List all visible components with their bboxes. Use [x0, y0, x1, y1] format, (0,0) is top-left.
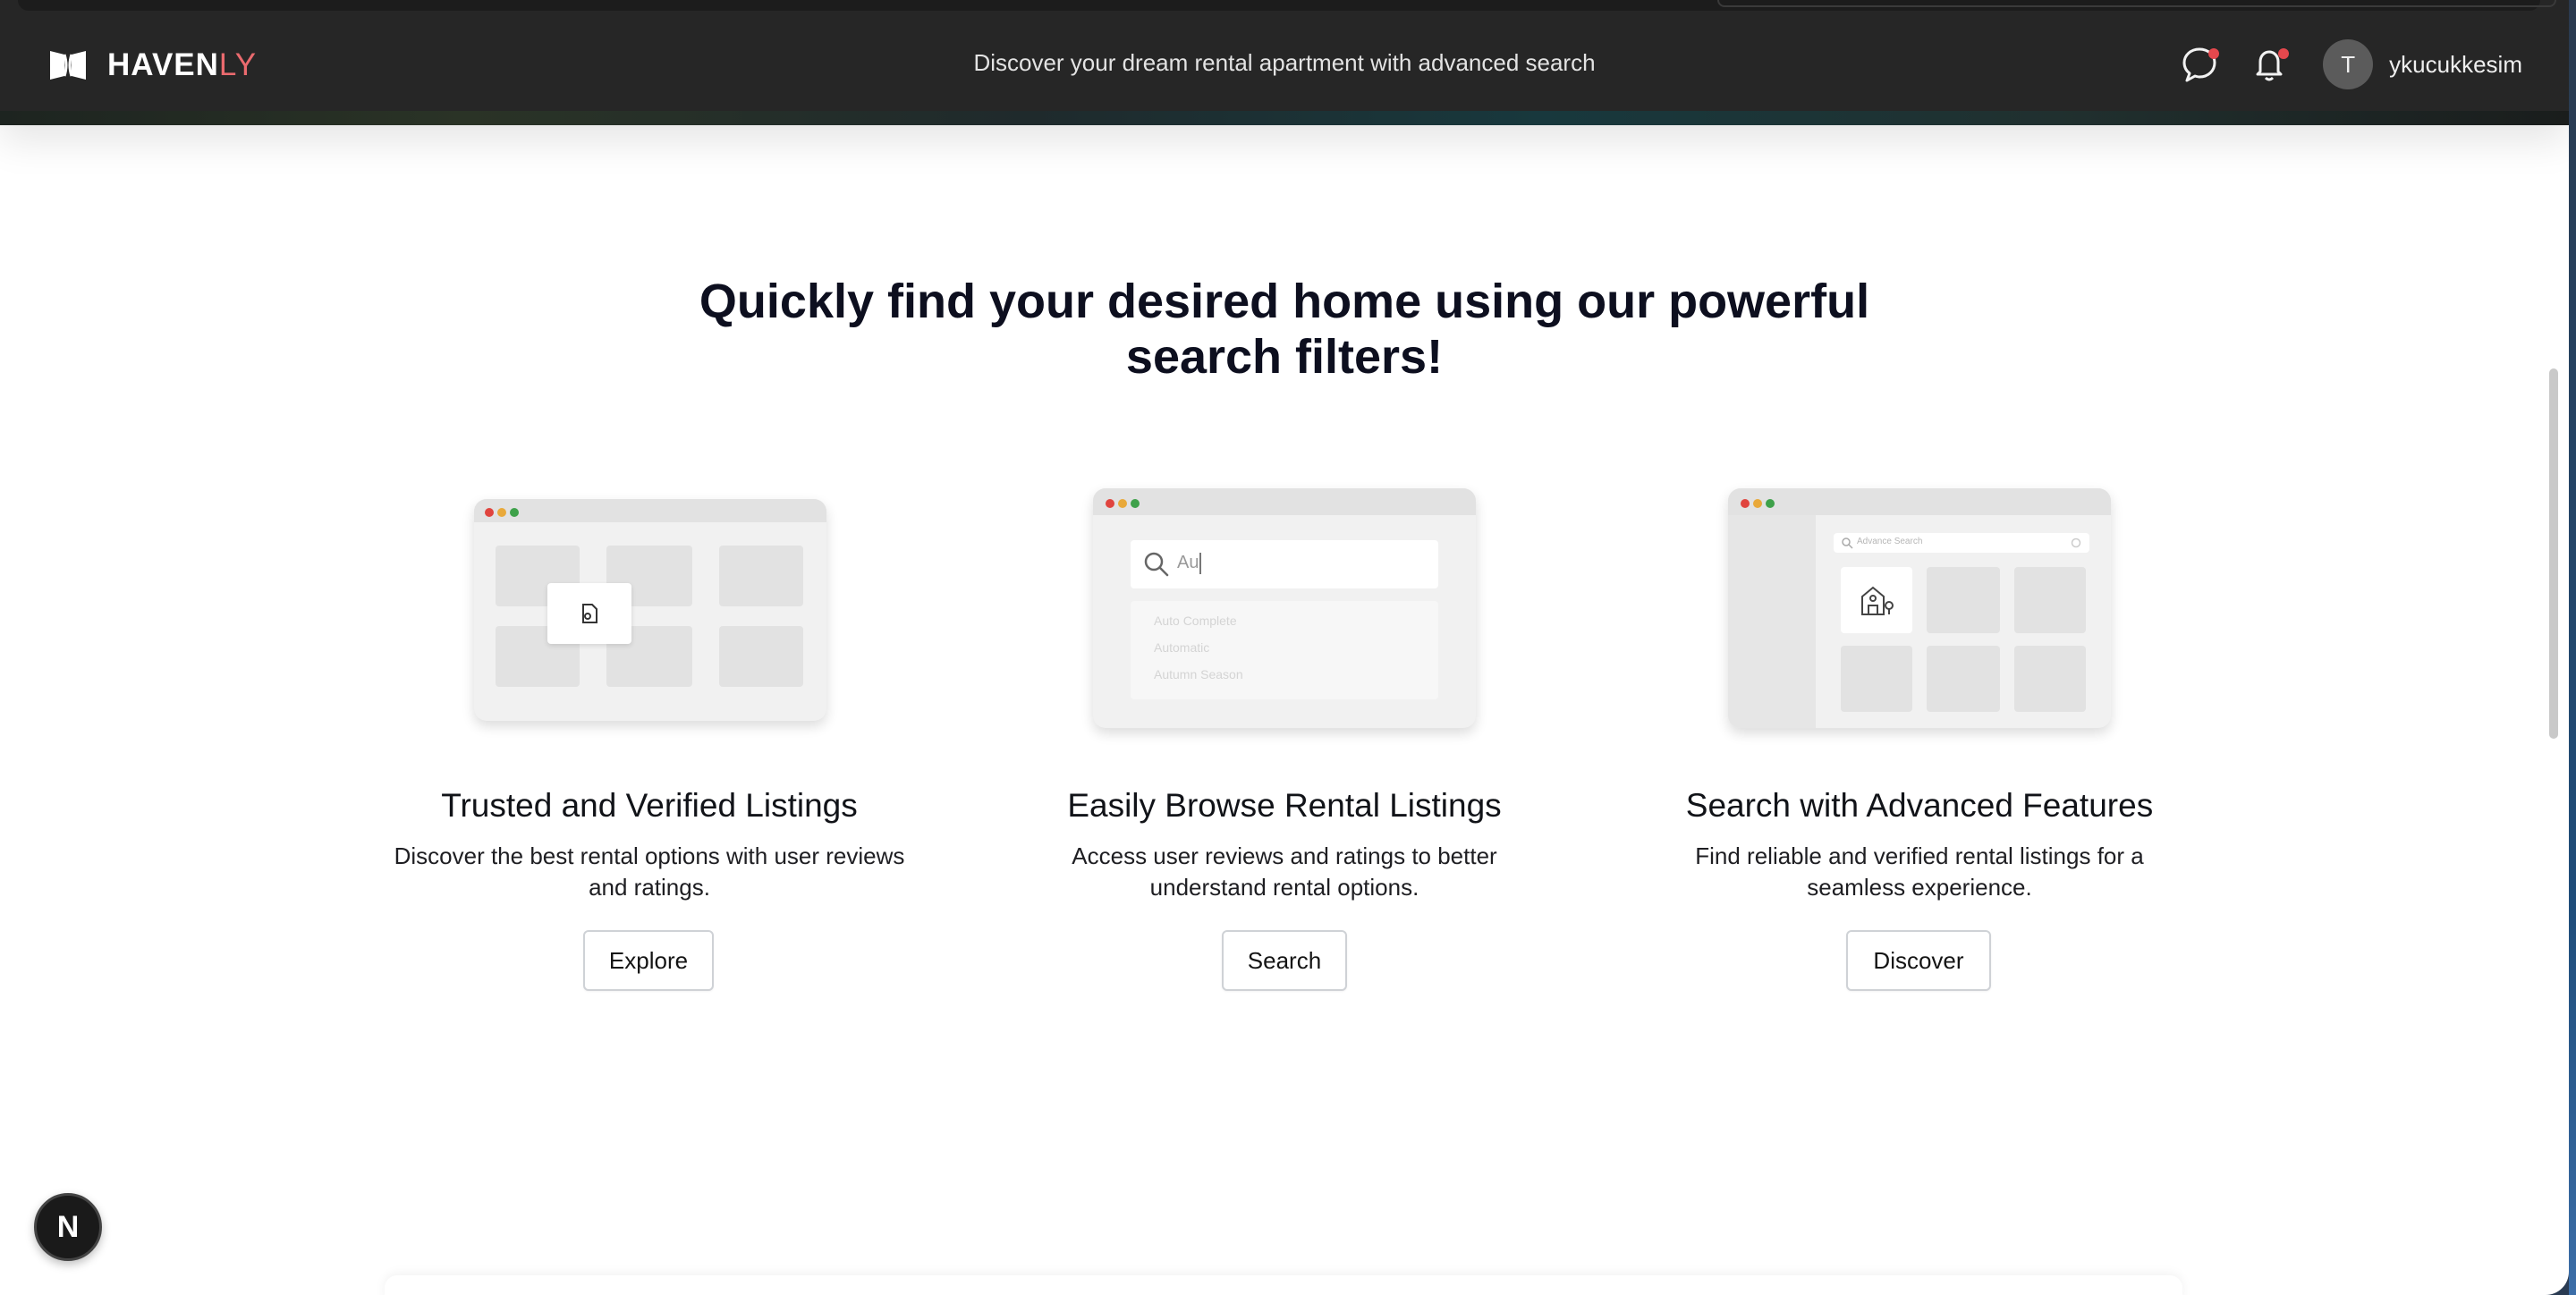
top-navbar: HAVENLY Discover your dream rental apart…: [0, 0, 2569, 111]
feature-description: Access user reviews and ratings to bette…: [1072, 842, 1497, 901]
mock-search-text: Au: [1177, 553, 1199, 572]
dev-tools-badge[interactable]: N: [34, 1193, 102, 1261]
mock-search-placeholder: Advance Search: [1857, 537, 1923, 546]
feature-title: Search with Advanced Features: [1685, 787, 2154, 824]
desktop-edge: [2569, 0, 2576, 1295]
mock-window: [474, 499, 826, 721]
scrollbar-thumb[interactable]: [2549, 368, 2558, 739]
page-headline: Quickly find your desired home using our…: [699, 275, 1870, 384]
mock-suggestion: Automatic: [1154, 640, 1210, 655]
mock-window: Advance Search: [1728, 488, 2111, 728]
feature-description: Discover the best rental options with us…: [394, 842, 905, 901]
feature-card-browse: Au Auto Complete Automatic Autumn Season…: [998, 483, 1571, 991]
feature-title: Easily Browse Rental Listings: [1067, 787, 1502, 824]
listings-grid-illustration: [363, 483, 936, 751]
advanced-search-illustration: Advance Search: [1633, 483, 2206, 751]
feature-description: Find reliable and verified rental listin…: [1695, 842, 2144, 901]
mock-suggestion: Autumn Season: [1154, 667, 1243, 681]
mock-suggestion: Auto Complete: [1154, 614, 1237, 628]
search-icon: [1842, 537, 1853, 549]
search-icon: [1144, 552, 1169, 577]
mock-suggestion-list: Auto Complete Automatic Autumn Season: [1131, 601, 1438, 699]
n-logo-icon: N: [56, 1209, 80, 1244]
mock-search-input: Au: [1131, 540, 1438, 588]
text-cursor: [1199, 553, 1201, 574]
feature-card-verified: Trusted and Verified Listings Discover t…: [363, 483, 936, 991]
explore-button[interactable]: Explore: [583, 930, 714, 991]
mock-advanced-search-input: Advance Search: [1834, 533, 2089, 553]
avatar[interactable]: T: [2323, 39, 2374, 89]
username-label[interactable]: ykucukkesim: [2389, 51, 2522, 79]
user-nav: T ykucukkesim: [2178, 39, 2522, 89]
verified-document-icon: [582, 604, 597, 623]
address-pill: [1717, 0, 2556, 7]
search-autocomplete-illustration: Au Auto Complete Automatic Autumn Season: [998, 483, 1571, 751]
feature-title: Trusted and Verified Listings: [441, 787, 858, 824]
mock-sidebar: [1728, 515, 1816, 728]
search-button[interactable]: Search: [1222, 930, 1347, 991]
house-icon: [1861, 586, 1894, 615]
next-section-card: [385, 1275, 2182, 1295]
messages-button[interactable]: [2178, 43, 2221, 86]
mock-home-card: [1841, 567, 1912, 633]
highlighted-listing-card: [547, 583, 631, 644]
refresh-icon: [2071, 537, 2081, 548]
notifications-button[interactable]: [2248, 43, 2291, 86]
feature-card-advanced: Advance Search Search with Advanced Feat…: [1633, 483, 2206, 991]
page: HAVENLY Discover your dream rental apart…: [0, 0, 2569, 1295]
discover-button[interactable]: Discover: [1846, 930, 1991, 991]
mock-window: Au Auto Complete Automatic Autumn Season: [1093, 488, 1476, 728]
